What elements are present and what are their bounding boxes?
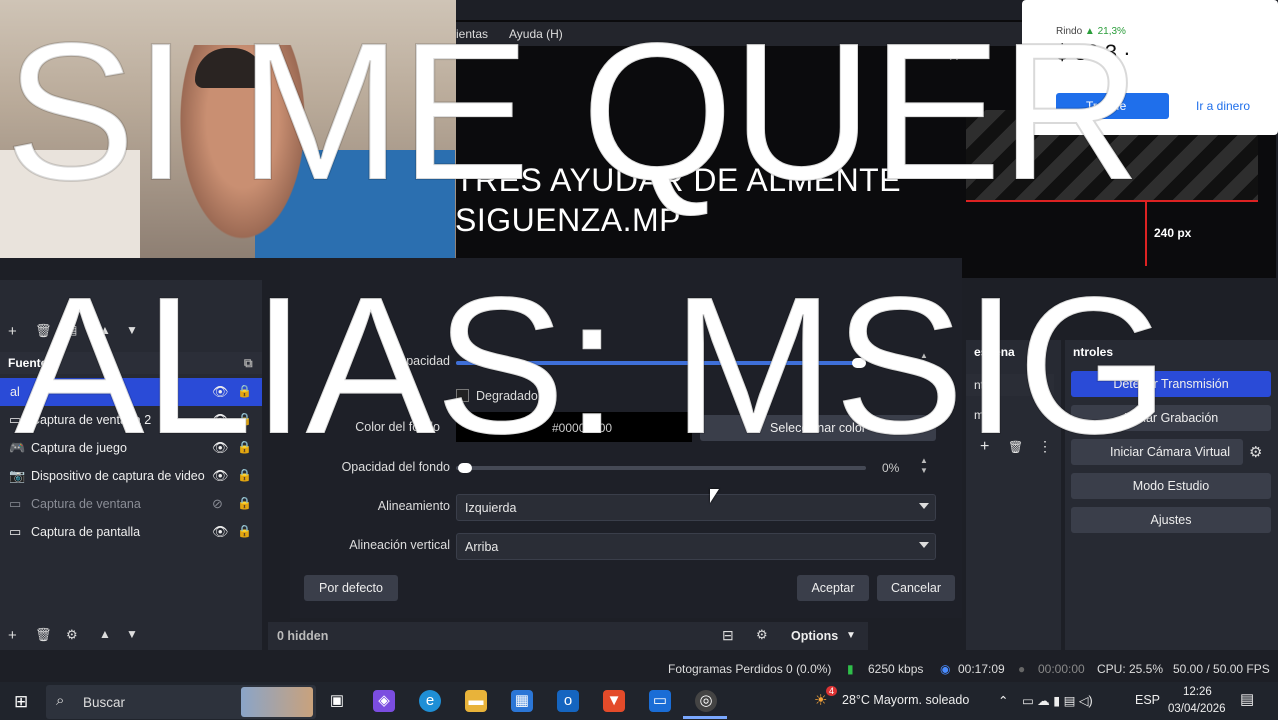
chevron-down-icon [919,503,929,509]
rec-time: 00:00:00 [1038,662,1085,676]
taskbar-search[interactable]: ⌕ Buscar [46,685,316,719]
chevron-down-icon: ▼ [846,630,856,641]
copilot-icon[interactable]: ◈ [373,690,395,712]
gear-icon[interactable]: ⚙ [66,627,78,643]
sources-bottom-toolbar: + 🗑 ⚙ ▲ ▼ [0,624,262,648]
eye-hidden-icon[interactable]: ⊘ [212,496,223,512]
source-row[interactable]: ▭ Captura de pantalla 👁 🔒 [0,518,262,546]
layout-icon[interactable]: ⊟ [722,627,734,644]
tray-icons[interactable]: ▭ ☁ ▮ ▤ ◁) [1022,693,1093,708]
cpu-usage: CPU: 25.5% [1097,662,1164,676]
fps: 50.00 / 50.00 FPS [1173,662,1270,676]
notification-icon[interactable]: ▤ [1240,690,1254,708]
windows-start-icon[interactable]: ⊞ [14,692,28,712]
valign-value: Arriba [465,540,499,554]
signal-icon: ▮ [847,662,854,676]
ruler-label: 240 px [1154,226,1192,240]
hidden-count: 0 hidden [277,629,329,643]
options-menu[interactable]: Options [791,629,838,643]
valign-label: Alineación vertical [349,538,450,552]
preview-bottom-bar: 0 hidden ⊟ ⚙ Options ▼ [268,622,868,650]
task-view-icon[interactable]: ▣ [326,690,348,712]
live-icon: ◉ [940,662,951,676]
obs-icon[interactable]: ◎ [695,690,717,712]
weather-text[interactable]: 28°C Mayorm. soleado [842,693,969,707]
defaults-button[interactable]: Por defecto [304,575,398,601]
eye-icon[interactable]: 👁 [212,524,229,540]
edge-icon[interactable]: e [419,690,441,712]
chevron-down-icon [919,542,929,548]
mouse-cursor-icon [710,489,719,503]
lock-icon[interactable]: 🔒 [237,496,252,510]
add-icon[interactable]: + [8,627,17,644]
ok-button[interactable]: Aceptar [797,575,869,601]
studio-mode-button[interactable]: Modo Estudio [1071,473,1271,499]
gear-icon[interactable]: ⚙ [1249,443,1262,461]
search-placeholder: Buscar [83,695,126,710]
clock-date[interactable]: 03/04/2026 [1168,703,1226,715]
align-value: Izquierda [465,501,517,515]
store-icon[interactable]: ▦ [511,690,533,712]
source-label: Captura de pantalla [31,525,141,539]
window-icon: ▭ [9,496,22,511]
weather-icon[interactable]: ☀ [814,691,827,709]
live-time: 00:17:09 [958,662,1005,676]
brave-icon[interactable]: ▼ [603,690,625,712]
bitrate: 6250 kbps [868,662,924,676]
outlook-icon[interactable]: o [557,690,579,712]
valign-select[interactable]: Arriba [456,533,936,560]
app-icon[interactable]: ▭ [649,690,671,712]
overlay-text-line1: SI ME QUER [4,2,1142,221]
overlay-text-line2: ALIAS: MSIG [13,256,1170,475]
file-explorer-icon[interactable]: ▬ [465,690,487,712]
language-indicator[interactable]: ESP [1135,693,1160,707]
status-bar: Fotogramas Perdidos 0 (0.0%) ▮ 6250 kbps… [0,656,1278,682]
cancel-button[interactable]: Cancelar [877,575,955,601]
go-to-money-button[interactable]: Ir a dinero [1182,93,1274,119]
chevron-up-icon[interactable]: ⌃ [998,693,1008,708]
active-app-indicator [683,716,727,719]
weather-badge: 4 [826,686,838,696]
align-label: Alineamiento [377,499,450,513]
settings-button[interactable]: Ajustes [1071,507,1271,533]
rec-icon: ● [1018,662,1026,676]
lock-icon[interactable]: 🔒 [237,524,252,538]
monitor-icon: ▭ [9,524,22,539]
down-icon[interactable]: ▼ [126,627,138,641]
transform-icon[interactable]: ⚙ [756,627,768,643]
align-select[interactable]: Izquierda [456,494,936,521]
up-icon[interactable]: ▲ [99,627,111,641]
trash-icon[interactable]: 🗑 [35,627,52,643]
source-label: Captura de ventana [31,497,141,511]
source-row[interactable]: ▭ Captura de ventana ⊘ 🔒 [0,490,262,518]
search-highlight-image [241,687,313,717]
clock-time[interactable]: 12:26 [1183,686,1212,698]
search-icon: ⌕ [56,692,65,709]
dropped-frames: Fotogramas Perdidos 0 (0.0%) [668,662,832,676]
